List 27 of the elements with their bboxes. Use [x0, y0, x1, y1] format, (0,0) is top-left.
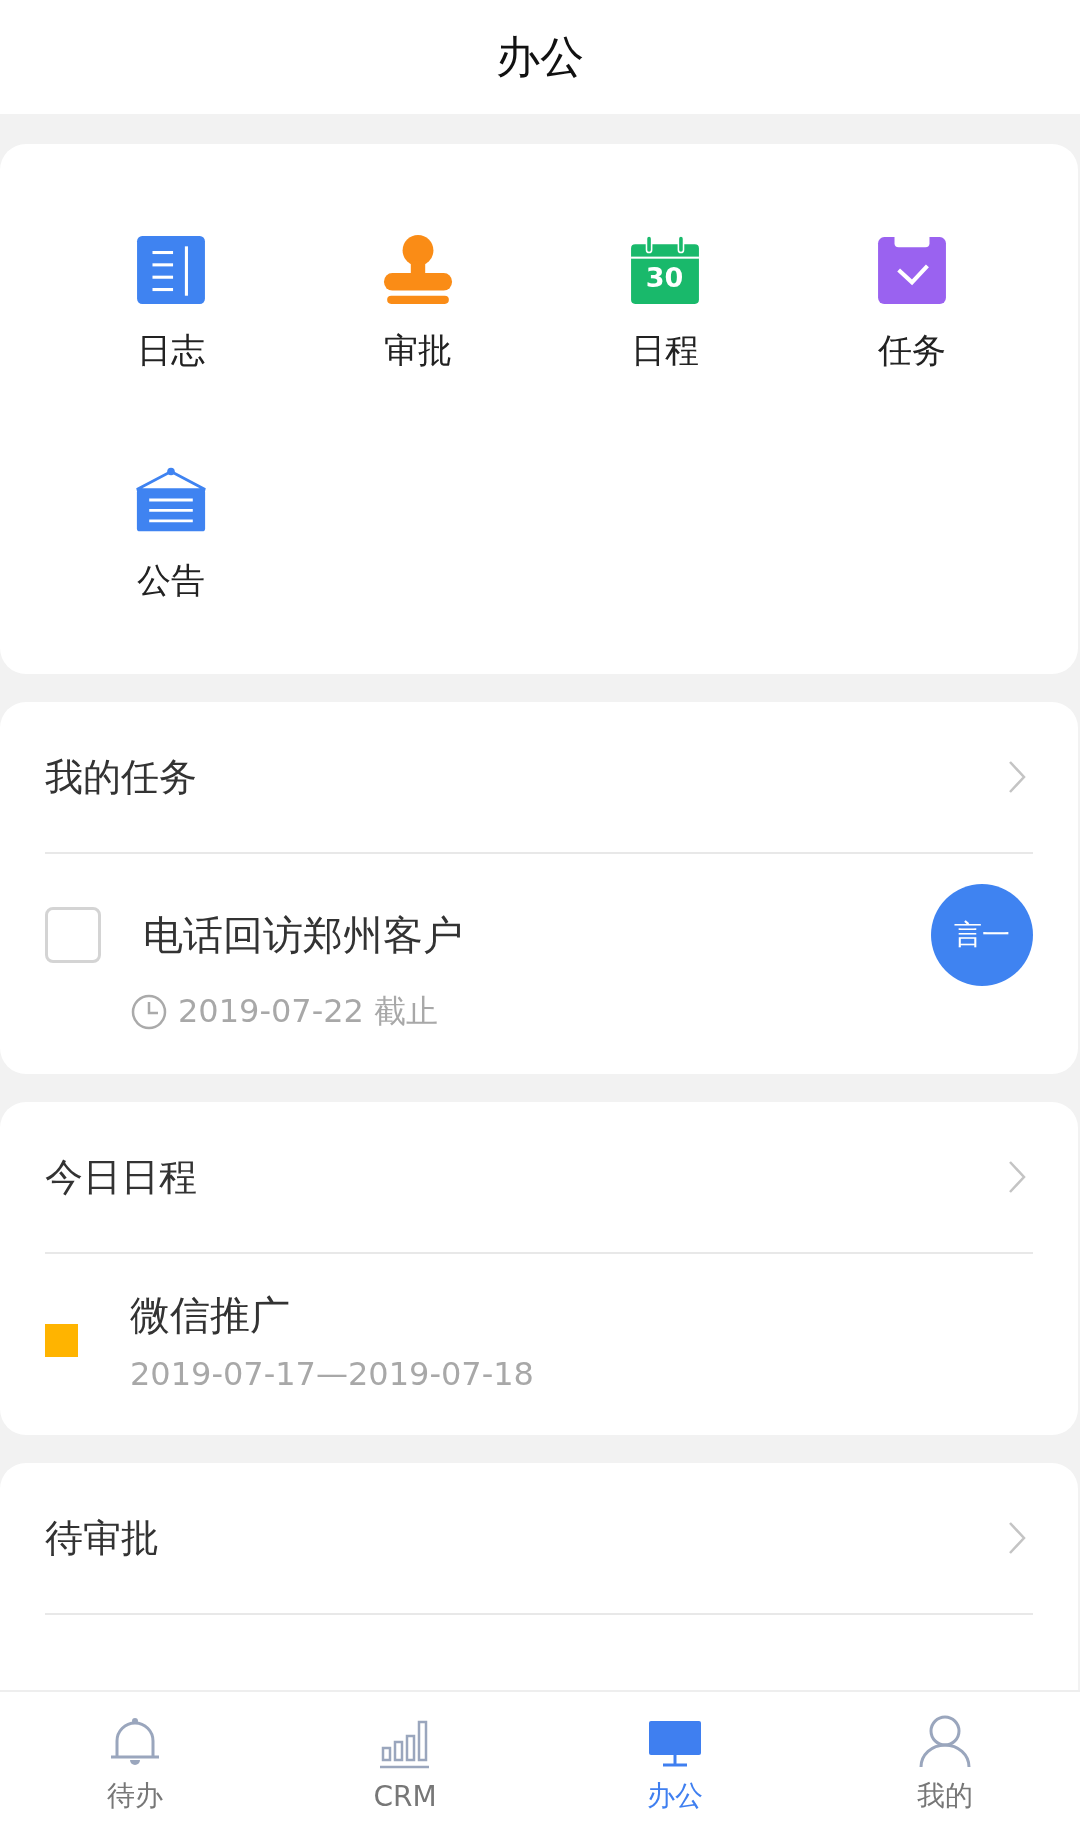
task-title[interactable]: 电话回访郑州客户 [143, 907, 931, 963]
event-title[interactable]: 微信推广 [130, 1288, 534, 1343]
section-title[interactable]: 待审批 [45, 1512, 159, 1564]
event-time: 2019-07-17—2019-07-18 [130, 1355, 534, 1393]
section-title[interactable]: 今日日程 [45, 1151, 197, 1203]
page-title: 办公 [496, 29, 584, 84]
clipboard-check-icon [875, 234, 948, 306]
app-label[interactable]: 任务 [877, 328, 946, 374]
clock-icon [130, 993, 168, 1031]
document-icon [134, 234, 207, 306]
app-label[interactable]: 日程 [630, 328, 699, 374]
section-title[interactable]: 我的任务 [45, 751, 197, 803]
tab[interactable]: CRM [270, 1692, 540, 1836]
checkbox[interactable] [45, 907, 101, 963]
tab[interactable]: 办公 [540, 1692, 810, 1836]
due-date: 2019-07-22 截止 [178, 991, 439, 1032]
chevron-right-icon[interactable] [1007, 1159, 1027, 1195]
app-label[interactable]: 公告 [136, 558, 205, 604]
app-label[interactable]: 日志 [136, 328, 205, 374]
chevron-right-icon[interactable] [1007, 759, 1027, 795]
person-icon [917, 1713, 973, 1769]
stamp-icon [381, 234, 454, 306]
assignee-avatar: 言一 [931, 884, 1033, 986]
app-label[interactable]: 审批 [383, 328, 452, 374]
tab[interactable]: 待办 [0, 1692, 270, 1836]
chevron-right-icon[interactable] [1007, 1520, 1027, 1556]
tab[interactable]: 我的 [810, 1692, 1080, 1836]
